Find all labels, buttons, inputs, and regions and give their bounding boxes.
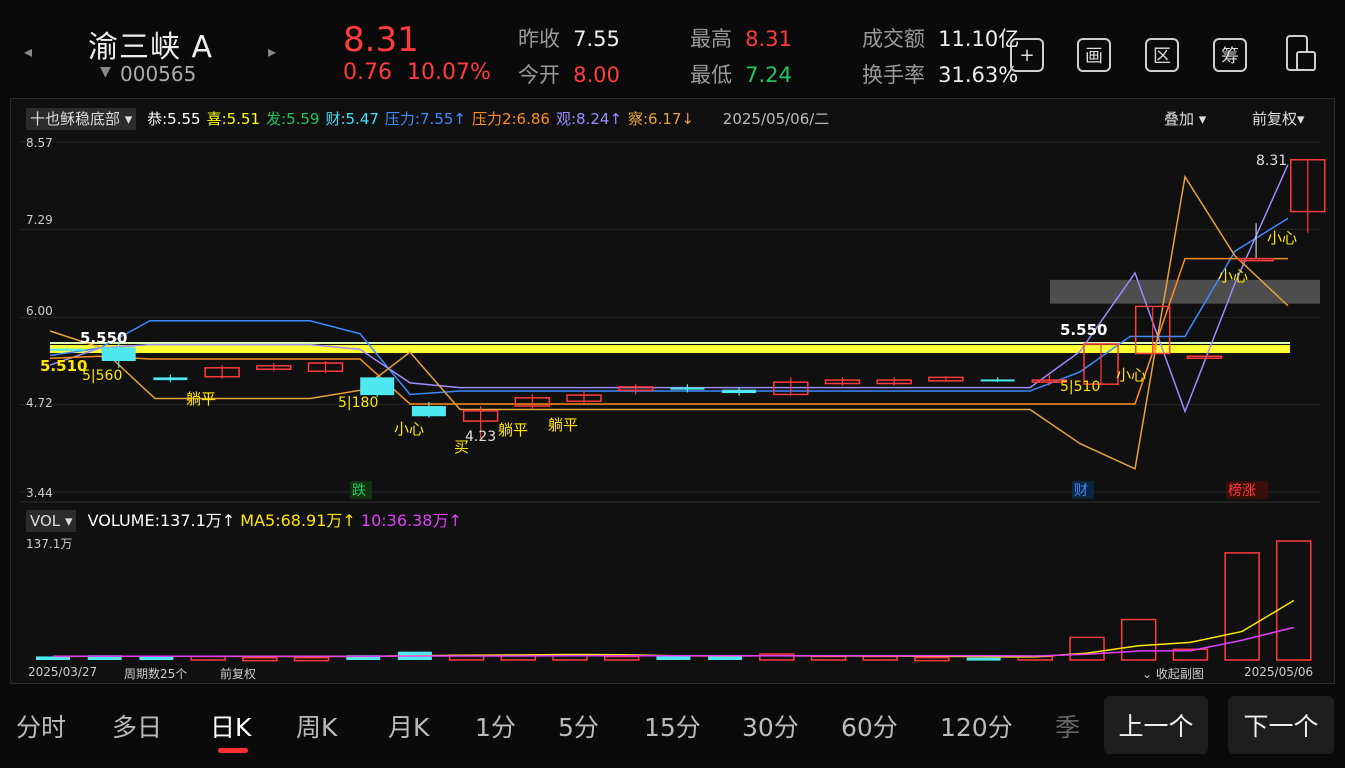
volume-indicator-name: VOL	[30, 512, 61, 530]
tab-monthly-k[interactable]: 月K	[388, 708, 429, 744]
candle-body	[411, 406, 446, 417]
signal-label: 小心	[1116, 366, 1146, 384]
volume-bar	[242, 656, 278, 662]
collapse-label: 收起副图	[1155, 667, 1204, 681]
ma10-value: 36.38万↑	[386, 511, 462, 530]
start-date: 2025/03/27	[28, 665, 98, 679]
candle-body	[50, 348, 84, 351]
price-axis-label: 7.29	[26, 213, 53, 227]
tab-5min[interactable]: 5分	[558, 708, 599, 744]
volume-bar	[914, 656, 950, 662]
collapse-subchart[interactable]: ⌄ 收起副图	[1142, 665, 1204, 682]
candle-body	[101, 347, 136, 362]
signal-label: 5|510	[1060, 379, 1100, 395]
tab-multiday[interactable]: 多日	[112, 708, 162, 744]
next-button[interactable]: 下一个	[1228, 696, 1334, 754]
volume-axis-label: 137.1万	[26, 537, 73, 551]
price-axis-label: 4.72	[26, 396, 53, 410]
low-price-label: 5.510	[40, 357, 87, 375]
price-axis-label: 6.00	[26, 304, 53, 318]
min-price-label: 4.23	[465, 429, 496, 445]
event-label: 跌	[352, 483, 366, 499]
signal-label: 小心	[1218, 267, 1248, 285]
ma5-value: 68.91万↑	[280, 511, 356, 530]
volume-bar	[862, 655, 898, 661]
signal-label: 5|560	[82, 368, 122, 384]
candle-body	[670, 387, 705, 390]
high-price-label: 5.550	[1060, 321, 1107, 339]
volume-bar	[293, 656, 330, 662]
candle-body	[1186, 355, 1223, 359]
signal-label: 小心	[1267, 229, 1297, 247]
ma10-label: 10:	[360, 511, 387, 530]
candle-body	[722, 389, 757, 394]
active-tab-indicator	[218, 748, 248, 753]
volume-legend: VOL ▾ VOLUME:137.1万↑ MA5:68.91万↑ 10:36.3…	[26, 507, 462, 532]
volume-bar	[1224, 552, 1260, 661]
price-axis-label: 3.44	[26, 486, 53, 500]
candle-body	[153, 377, 188, 381]
footer-adjust: 前复权	[220, 667, 257, 681]
tab-timeshare[interactable]: 分时	[16, 708, 66, 744]
signal-label: 躺平	[548, 416, 578, 434]
volume-bar	[603, 655, 640, 661]
period-count: 周期数25个	[124, 667, 188, 681]
tab-15min[interactable]: 15分	[644, 708, 701, 744]
resistance-band	[1050, 279, 1320, 304]
volume-selector[interactable]: VOL ▾	[26, 510, 77, 532]
high-price-label: 5.550	[80, 329, 127, 347]
signal-label: 小心	[394, 420, 424, 438]
chevron-down-icon: ⌄	[1142, 667, 1156, 681]
candle-body	[360, 377, 395, 396]
volume-bar	[966, 657, 1001, 661]
candle-body	[980, 379, 1015, 382]
event-label: 榜涨	[1228, 482, 1256, 499]
volume-bar	[810, 655, 847, 661]
volume-ma5-line	[52, 599, 1295, 658]
volume-label: VOLUME:	[87, 511, 160, 530]
volume-value: 137.1万↑	[159, 511, 236, 530]
volume-bar	[759, 653, 795, 661]
kline-chart[interactable]: 5.5505.5105|5605|1805|5105.5508.314.23躺平…	[0, 0, 1345, 768]
max-price-label: 8.31	[1256, 153, 1287, 169]
tab-60min[interactable]: 60分	[841, 708, 898, 744]
price-axis-label: 8.57	[26, 136, 53, 150]
volume-bar	[139, 656, 174, 660]
volume-ma10-line	[52, 626, 1294, 658]
signal-label: 躺平	[186, 390, 216, 408]
tab-quarter[interactable]: 季	[1055, 708, 1080, 744]
signal-label: 躺平	[498, 421, 528, 439]
prev-button[interactable]: 上一个	[1104, 696, 1208, 754]
tab-daily-k[interactable]: 日K	[210, 708, 251, 744]
volume-bar	[1069, 636, 1105, 661]
volume-bar	[708, 656, 743, 660]
signal-label: 买	[454, 438, 469, 456]
chevron-down-icon: ▾	[64, 512, 73, 530]
volume-bar	[656, 656, 691, 660]
tab-30min[interactable]: 30分	[742, 708, 799, 744]
tab-weekly-k[interactable]: 周K	[296, 708, 337, 744]
tab-120min[interactable]: 120分	[940, 708, 1013, 744]
ma5-label: MA5:	[240, 511, 281, 530]
event-label: 财	[1074, 483, 1088, 499]
volume-bar	[1120, 618, 1157, 661]
candle-body	[1238, 257, 1274, 262]
end-date: 2025/05/06	[1244, 665, 1314, 679]
signal-label: 5|180	[338, 395, 378, 411]
tab-1min[interactable]: 1分	[475, 708, 516, 744]
support-band	[50, 345, 1290, 354]
